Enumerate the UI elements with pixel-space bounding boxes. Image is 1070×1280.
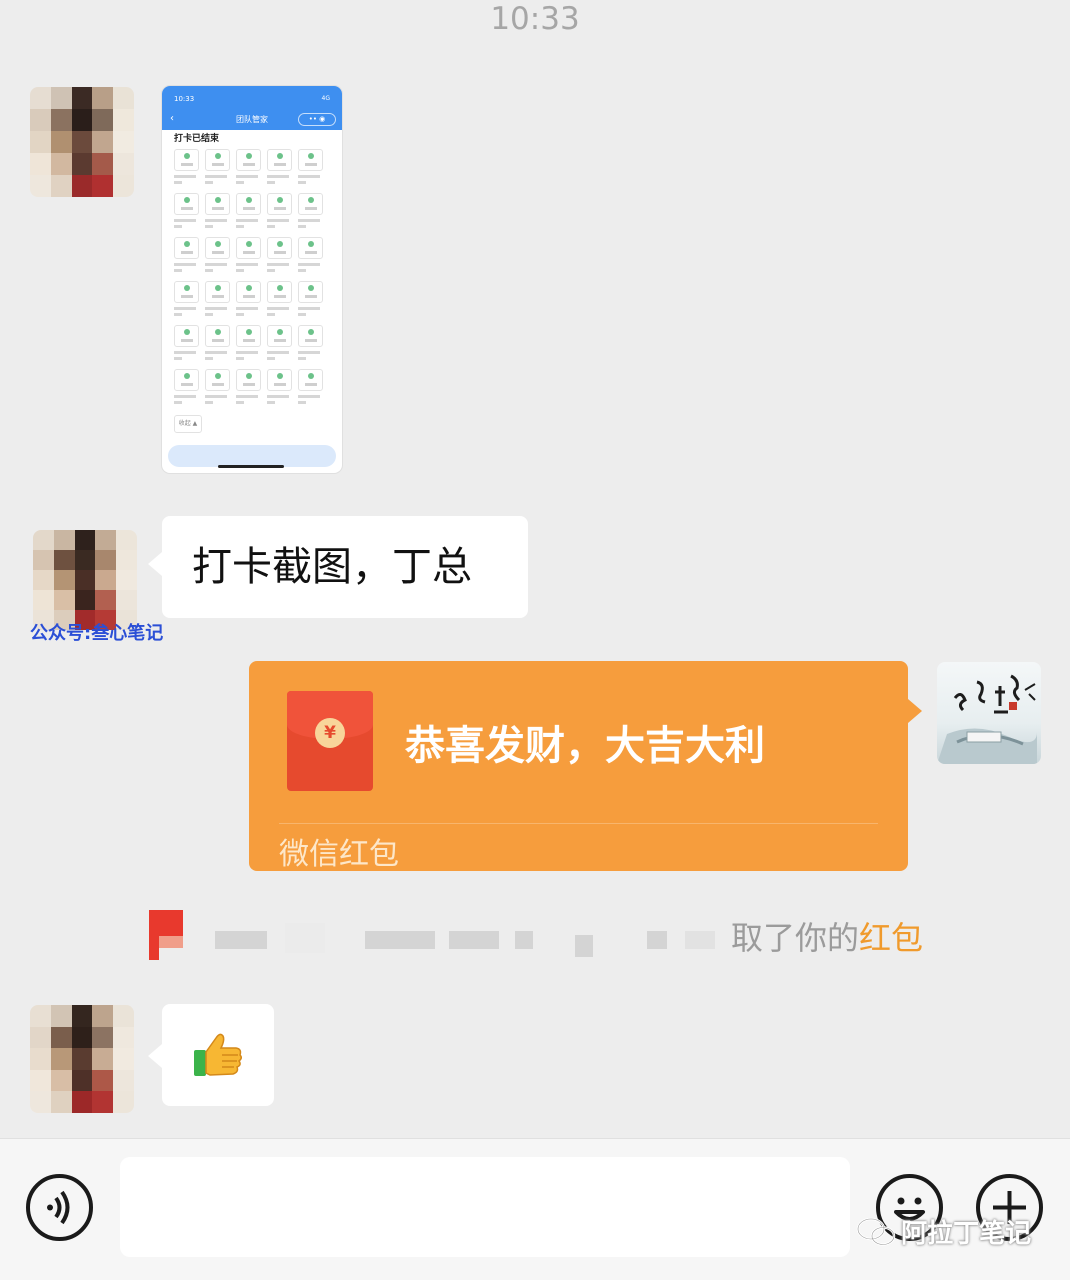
checkin-grid (162, 145, 342, 413)
wechat-logo-icon (856, 1217, 896, 1246)
shot-status-text: 打卡已结束 (174, 134, 220, 144)
voice-button[interactable] (26, 1174, 93, 1241)
red-packet-label: 微信红包 (279, 837, 399, 872)
red-packet-greeting: 恭喜发财，大吉大利 (405, 723, 765, 769)
yuan-coin-icon: ¥ (315, 718, 345, 748)
shot-collapse-label: 收起 (178, 420, 191, 427)
red-packet-link[interactable]: 红包 (859, 919, 923, 957)
checkin-cell (174, 325, 199, 365)
checkin-cell (298, 237, 323, 277)
shot-collapse-button: 收起 ▲ (174, 415, 202, 433)
checkin-cell (205, 237, 230, 277)
checkin-cell (205, 193, 230, 233)
blurred-name (195, 917, 735, 957)
voice-icon (47, 1190, 70, 1225)
text-message[interactable]: 打卡截图，丁总 (148, 516, 528, 618)
corner-watermark: 阿拉丁笔记 (856, 1213, 1031, 1253)
shot-time: 10:33 (174, 95, 195, 103)
shot-signal: 4G (321, 95, 330, 102)
checkin-cell (236, 193, 261, 233)
shot-bottom-button (168, 445, 336, 467)
checkin-cell (298, 281, 323, 321)
contact-avatar[interactable] (30, 1005, 134, 1113)
emoji-message[interactable] (148, 1004, 274, 1106)
corner-watermark-text: 阿拉丁笔记 (901, 1219, 1032, 1249)
red-packet-icon: ¥ (287, 691, 373, 791)
thumbs-up-icon (194, 1033, 243, 1076)
checkin-cell (267, 149, 292, 189)
red-packet-small-icon (149, 910, 183, 960)
checkin-cell (236, 281, 261, 321)
contact-avatar[interactable] (30, 87, 134, 197)
shot-header: 10:33 4G ‹ 团队管家 •• ◉ (162, 86, 342, 130)
checkin-cell (236, 237, 261, 277)
notice-text: 取了你的红包 (731, 913, 923, 959)
watermark-text: 公众号:叁心笔记 (30, 623, 164, 644)
calligraphy-logo-icon (937, 674, 1037, 764)
checkin-cell (174, 281, 199, 321)
red-packet-divider (279, 823, 878, 824)
checkin-cell (267, 281, 292, 321)
checkin-cell (205, 325, 230, 365)
checkin-cell (174, 149, 199, 189)
checkin-cell (298, 149, 323, 189)
contact-avatar[interactable] (33, 530, 137, 630)
checkin-cell (174, 237, 199, 277)
checkin-cell (174, 369, 199, 409)
checkin-cell (298, 193, 323, 233)
system-notice: 取了你的红包 (145, 905, 945, 965)
checkin-cell (267, 325, 292, 365)
screenshot-message[interactable]: 10:33 4G ‹ 团队管家 •• ◉ 打卡已结束 收起 ▲ (162, 86, 342, 473)
checkin-cell (205, 149, 230, 189)
checkin-cell (236, 149, 261, 189)
input-bar (0, 1138, 1070, 1280)
checkin-cell (298, 325, 323, 365)
checkin-cell (236, 325, 261, 365)
notice-text-main: 取了你的 (731, 919, 860, 957)
checkin-cell (298, 369, 323, 409)
timestamp: 10:33 (490, 1, 580, 37)
shot-home-indicator (218, 465, 284, 468)
checkin-cell (205, 281, 230, 321)
checkin-cell (267, 193, 292, 233)
checkin-cell (267, 237, 292, 277)
checkin-cell (236, 369, 261, 409)
mini-program-capsule-icon: •• ◉ (298, 113, 336, 126)
checkin-cell (267, 369, 292, 409)
my-avatar[interactable] (937, 662, 1041, 764)
checkin-cell (174, 193, 199, 233)
message-input[interactable] (120, 1157, 850, 1257)
red-packet-message[interactable]: ¥ 恭喜发财，大吉大利 微信红包 (249, 661, 922, 872)
checkin-cell (205, 369, 230, 409)
